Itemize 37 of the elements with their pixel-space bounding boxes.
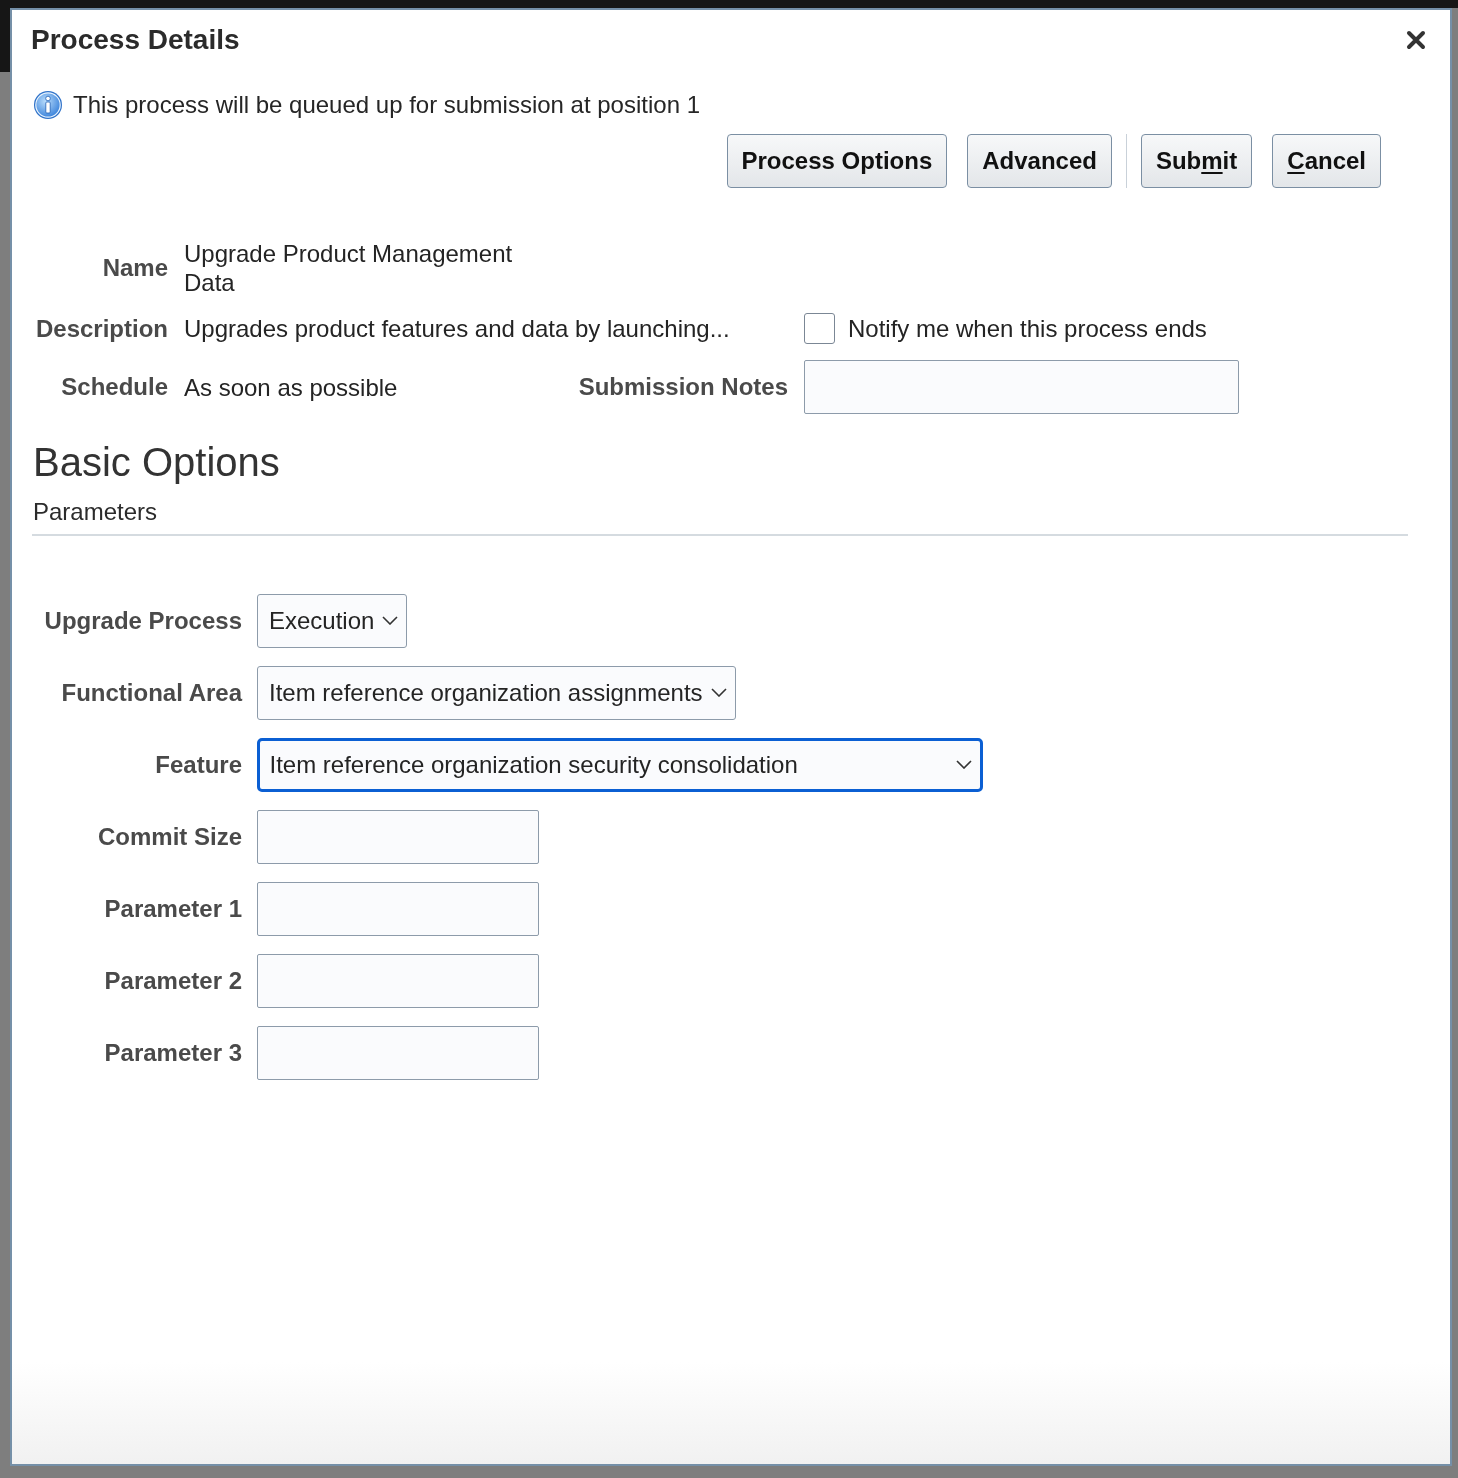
dropdown[interactable]: Execution xyxy=(257,593,408,648)
close-icon[interactable] xyxy=(1406,30,1426,50)
field-label: Schedule xyxy=(61,373,168,401)
field-label: Upgrade Process xyxy=(44,606,242,635)
input-field[interactable] xyxy=(257,881,539,936)
dialog-button[interactable]: Advanced xyxy=(967,134,1112,188)
field-value: Upgrade Product Management Data xyxy=(184,239,514,297)
chevron-down-icon xyxy=(956,760,972,769)
checkbox[interactable] xyxy=(804,313,835,344)
input-field[interactable] xyxy=(804,360,1239,414)
section-heading: Basic Options xyxy=(33,439,280,485)
dialog-title: Process Details xyxy=(31,24,240,56)
field-label: Parameter 2 xyxy=(104,966,242,995)
field-label: Name xyxy=(102,254,168,282)
subsection-heading: Parameters xyxy=(33,498,158,526)
info-message: This process will be queued up for submission at position 1 xyxy=(73,91,700,119)
checkbox-label[interactable]: Notify me when this process ends xyxy=(848,314,1207,343)
input-field[interactable] xyxy=(257,809,539,864)
dialog-button[interactable]: Process Options xyxy=(726,134,948,188)
chevron-down-icon xyxy=(710,688,727,697)
field-value: Upgrades product features and data by launching... xyxy=(184,314,731,343)
dropdown[interactable]: Item reference organization security consolidation xyxy=(257,737,983,792)
field-label: Parameter 3 xyxy=(104,1038,242,1067)
input-field[interactable] xyxy=(257,1025,539,1080)
field-value: As soon as possible xyxy=(184,372,399,402)
field-label: Commit Size xyxy=(97,822,242,851)
field-label: Parameter 1 xyxy=(104,894,242,923)
dialog-button[interactable]: Submit xyxy=(1140,134,1253,188)
field-label: Functional Area xyxy=(61,678,242,707)
input-field[interactable] xyxy=(257,953,539,1008)
info-icon xyxy=(33,90,63,120)
dialog-button[interactable]: Cancel xyxy=(1272,134,1381,188)
dropdown[interactable]: Item reference organization assignments xyxy=(257,665,736,720)
field-label: Description xyxy=(35,314,168,343)
field-label: Submission Notes xyxy=(578,373,788,401)
field-label: Feature xyxy=(155,750,242,779)
chevron-down-icon xyxy=(382,616,399,625)
